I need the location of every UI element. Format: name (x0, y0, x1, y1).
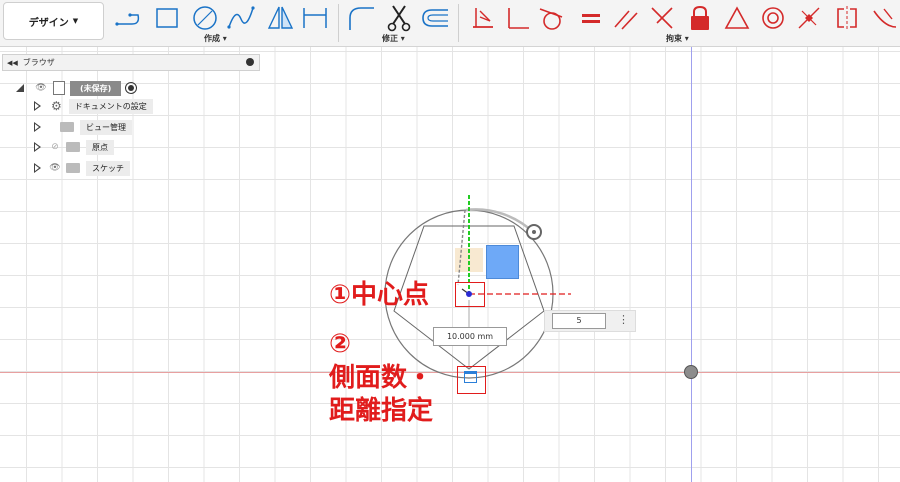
center-point-highlight (455, 282, 485, 307)
sides-input-panel: 5 ⋮ (544, 310, 636, 332)
radius-dimension-field[interactable]: 10.000 mm (433, 327, 507, 346)
annotation-center-point: ①中心点 (329, 280, 430, 310)
view-cube-icon[interactable] (486, 245, 519, 279)
more-options-icon[interactable]: ⋮ (618, 313, 629, 326)
annotation-two-number: ② (329, 329, 352, 359)
rotate-handle-icon[interactable] (526, 224, 542, 240)
polygon-sketch[interactable] (0, 0, 900, 482)
annotation-two-line1: 側面数・ (329, 363, 434, 393)
side-count-input[interactable]: 5 (552, 313, 606, 329)
side-count-highlight (457, 366, 486, 394)
annotation-two-line2: 距離指定 (329, 396, 434, 426)
edge-count-icon (464, 371, 477, 383)
